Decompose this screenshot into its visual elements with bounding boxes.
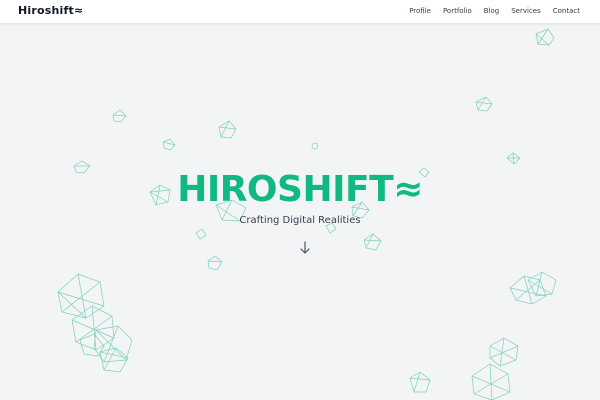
hero-title: HIROSHIFT≈ (177, 169, 423, 210)
wireframe-shape (409, 371, 431, 393)
arrow-down-icon[interactable] (298, 240, 312, 256)
wireframe-shape (218, 120, 237, 139)
wireframe-shape (207, 255, 223, 271)
nav-item-services[interactable]: Services (511, 0, 541, 23)
wireframe-shape (489, 337, 519, 367)
nav-item-contact[interactable]: Contact (553, 0, 580, 23)
wireframe-shape (506, 152, 521, 165)
hero-subtitle: Crafting Digital Realities (239, 215, 361, 226)
wireframe-shape (311, 142, 319, 150)
brand-logo[interactable]: Hiroshift≈ (18, 3, 83, 19)
nav-menu: Profile Portfolio Blog Services Contact (409, 0, 580, 23)
nav-item-profile[interactable]: Profile (409, 0, 431, 23)
nav-item-blog[interactable]: Blog (484, 0, 499, 23)
wireframe-cluster (509, 271, 557, 305)
wireframe-cluster (57, 273, 133, 373)
nav-item-portfolio[interactable]: Portfolio (443, 0, 472, 23)
wireframe-shape (471, 363, 511, 400)
navbar: Hiroshift≈ Profile Portfolio Blog Servic… (0, 0, 600, 24)
wireframe-shape (162, 138, 176, 151)
wireframe-shape (535, 28, 555, 46)
wireframe-background (57, 28, 557, 400)
wireframe-shape (363, 233, 382, 251)
wireframe-shape (195, 228, 207, 240)
wireframe-shape (112, 109, 127, 123)
wireframe-shape (475, 96, 493, 112)
